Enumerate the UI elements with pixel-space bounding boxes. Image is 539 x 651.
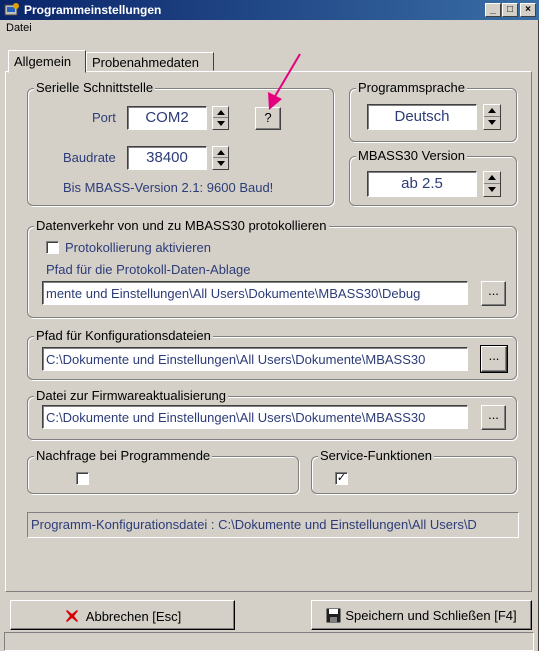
app-icon xyxy=(4,2,20,18)
logging-browse-button[interactable]: ... xyxy=(481,281,506,306)
menu-datei[interactable]: Datei xyxy=(6,22,32,34)
language-field[interactable]: Deutsch xyxy=(367,104,477,130)
spin-down-icon[interactable] xyxy=(213,158,228,169)
save-close-label: Speichern und Schließen [F4] xyxy=(345,608,517,623)
service-group-title: Service-Funktionen xyxy=(318,448,434,463)
spin-down-icon[interactable] xyxy=(484,117,500,129)
firmware-browse-button[interactable]: ... xyxy=(481,405,506,430)
status-bar xyxy=(4,632,534,651)
version-field[interactable]: ab 2.5 xyxy=(367,171,477,197)
serial-group-title: Serielle Schnittstelle xyxy=(34,80,156,95)
language-group-title: Programmsprache xyxy=(356,80,467,95)
logging-checkbox[interactable] xyxy=(46,241,59,254)
config-browse-button[interactable]: ... xyxy=(480,345,508,373)
tab-probenahmedaten[interactable]: Probenahmedaten xyxy=(86,52,214,71)
logging-checkbox-label: Protokollierung aktivieren xyxy=(65,240,211,255)
cancel-label: Abbrechen [Esc] xyxy=(85,609,182,624)
config-path-group-title: Pfad für Konfigurationsdateien xyxy=(34,328,213,343)
floppy-disk-icon xyxy=(326,608,341,626)
baudrate-field[interactable]: 38400 xyxy=(127,146,207,170)
annotation-arrow-icon xyxy=(268,53,301,110)
maximize-button[interactable]: □ xyxy=(502,3,518,17)
version-spinner[interactable] xyxy=(483,171,501,197)
exit-prompt-group-title: Nachfrage bei Programmende xyxy=(34,448,213,463)
cancel-x-icon xyxy=(64,608,80,627)
spin-down-icon[interactable] xyxy=(484,184,500,196)
firmware-path-field[interactable]: C:\Dokumente und Einstellungen\All Users… xyxy=(42,405,468,429)
window-title: Programmeinstellungen xyxy=(24,3,162,17)
language-spinner[interactable] xyxy=(483,104,501,130)
service-checkbox[interactable]: ✓ xyxy=(335,472,348,485)
logging-group-title: Datenverkehr von und zu MBASS30 protokol… xyxy=(34,218,329,233)
baudrate-spinner[interactable] xyxy=(212,146,229,170)
menu-bar: Datei xyxy=(0,20,539,38)
firmware-group-title: Datei zur Firmwareaktualisierung xyxy=(34,388,229,403)
spin-up-icon[interactable] xyxy=(213,107,228,118)
cancel-button[interactable]: Abbrechen [Esc] xyxy=(10,600,235,630)
port-label: Port xyxy=(92,110,116,125)
spin-up-icon[interactable] xyxy=(213,147,228,158)
baudrate-label: Baudrate xyxy=(63,150,116,165)
settings-window: Programmeinstellungen _ □ × Datei Allgem… xyxy=(0,0,539,651)
port-field[interactable]: COM2 xyxy=(127,106,207,130)
baud-note: Bis MBASS-Version 2.1: 9600 Baud! xyxy=(63,180,274,195)
minimize-button[interactable]: _ xyxy=(485,3,501,17)
version-group-title: MBASS30 Version xyxy=(356,148,467,163)
tab-allgemein[interactable]: Allgemein xyxy=(8,50,86,73)
config-path-field[interactable]: C:\Dokumente und Einstellungen\All Users… xyxy=(42,347,468,371)
save-close-button[interactable]: Speichern und Schließen [F4] xyxy=(311,600,532,630)
close-button[interactable]: × xyxy=(520,3,536,17)
exit-prompt-group: Nachfrage bei Programmende xyxy=(27,448,299,494)
exit-prompt-checkbox[interactable] xyxy=(76,472,89,485)
spin-down-icon[interactable] xyxy=(213,118,228,129)
spin-up-icon[interactable] xyxy=(484,172,500,184)
title-bar: Programmeinstellungen _ □ × xyxy=(0,0,539,20)
port-spinner[interactable] xyxy=(212,106,229,130)
logging-path-field[interactable]: mente und Einstellungen\All Users\Dokume… xyxy=(42,281,468,305)
logging-path-label: Pfad für die Protokoll-Daten-Ablage xyxy=(46,262,251,277)
spin-up-icon[interactable] xyxy=(484,105,500,117)
config-file-status: Programm-Konfigurationsdatei : C:\Dokume… xyxy=(27,512,519,538)
